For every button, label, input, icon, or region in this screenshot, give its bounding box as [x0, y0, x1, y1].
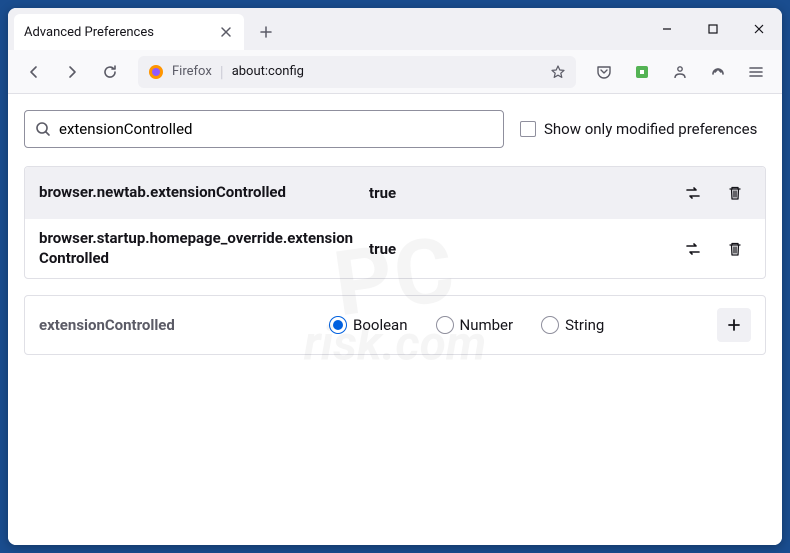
toggle-button[interactable]: [677, 233, 709, 265]
pref-value: true: [369, 184, 667, 202]
close-button[interactable]: [736, 8, 782, 50]
type-radios: Boolean Number String: [329, 316, 697, 334]
search-row: Show only modified preferences: [24, 110, 766, 148]
titlebar: Advanced Preferences: [8, 8, 782, 50]
tab-title: Advanced Preferences: [24, 25, 154, 40]
pref-list: browser.newtab.extensionControlled true …: [24, 166, 766, 279]
pocket-icon[interactable]: [588, 56, 620, 88]
trash-icon: [727, 241, 743, 257]
reload-button[interactable]: [94, 56, 126, 88]
content-area: PC risk.com Show only modified preferenc…: [8, 94, 782, 545]
pref-row[interactable]: browser.startup.homepage_override.extens…: [25, 219, 765, 278]
menu-button[interactable]: [740, 56, 772, 88]
checkbox-icon: [520, 121, 536, 137]
radio-number[interactable]: Number: [436, 316, 514, 334]
plus-icon: [727, 318, 741, 332]
toggle-button[interactable]: [677, 177, 709, 209]
minimize-button[interactable]: [644, 8, 690, 50]
radio-boolean[interactable]: Boolean: [329, 316, 408, 334]
firefox-logo-icon: [148, 64, 164, 80]
show-modified-checkbox[interactable]: Show only modified preferences: [520, 120, 757, 138]
search-input[interactable]: [59, 120, 493, 138]
radio-icon: [329, 316, 347, 334]
toggle-icon: [684, 184, 702, 202]
url-prefix: Firefox: [172, 64, 212, 79]
radio-label: Boolean: [353, 316, 408, 334]
back-button[interactable]: [18, 56, 50, 88]
close-icon[interactable]: [218, 24, 234, 40]
radio-label: String: [565, 316, 604, 334]
extension-icon[interactable]: [626, 56, 658, 88]
radio-string[interactable]: String: [541, 316, 604, 334]
delete-button[interactable]: [719, 233, 751, 265]
add-pref-name: extensionControlled: [39, 316, 309, 334]
forward-button[interactable]: [56, 56, 88, 88]
urlbar[interactable]: Firefox | about:config: [138, 56, 576, 88]
star-icon[interactable]: [550, 64, 566, 80]
account-icon[interactable]: [664, 56, 696, 88]
add-pref-row: extensionControlled Boolean Number Strin…: [24, 295, 766, 355]
browser-window: Advanced Preferences: [8, 8, 782, 545]
toolbar: Firefox | about:config: [8, 50, 782, 94]
radio-icon: [436, 316, 454, 334]
search-icon: [35, 121, 51, 137]
maximize-button[interactable]: [690, 8, 736, 50]
config-search-input[interactable]: [24, 110, 504, 148]
radio-label: Number: [460, 316, 514, 334]
trash-icon: [727, 185, 743, 201]
add-button[interactable]: [717, 308, 751, 342]
tab-active[interactable]: Advanced Preferences: [14, 14, 244, 50]
toggle-icon: [684, 240, 702, 258]
newtab-button[interactable]: [250, 14, 282, 50]
delete-button[interactable]: [719, 177, 751, 209]
pref-name: browser.startup.homepage_override.extens…: [39, 229, 359, 268]
show-modified-label: Show only modified preferences: [544, 120, 757, 138]
pref-name: browser.newtab.extensionControlled: [39, 183, 359, 203]
url-text: about:config: [232, 64, 542, 79]
overflow-icon[interactable]: [702, 56, 734, 88]
pref-value: true: [369, 240, 667, 258]
radio-icon: [541, 316, 559, 334]
pref-row[interactable]: browser.newtab.extensionControlled true: [25, 167, 765, 219]
